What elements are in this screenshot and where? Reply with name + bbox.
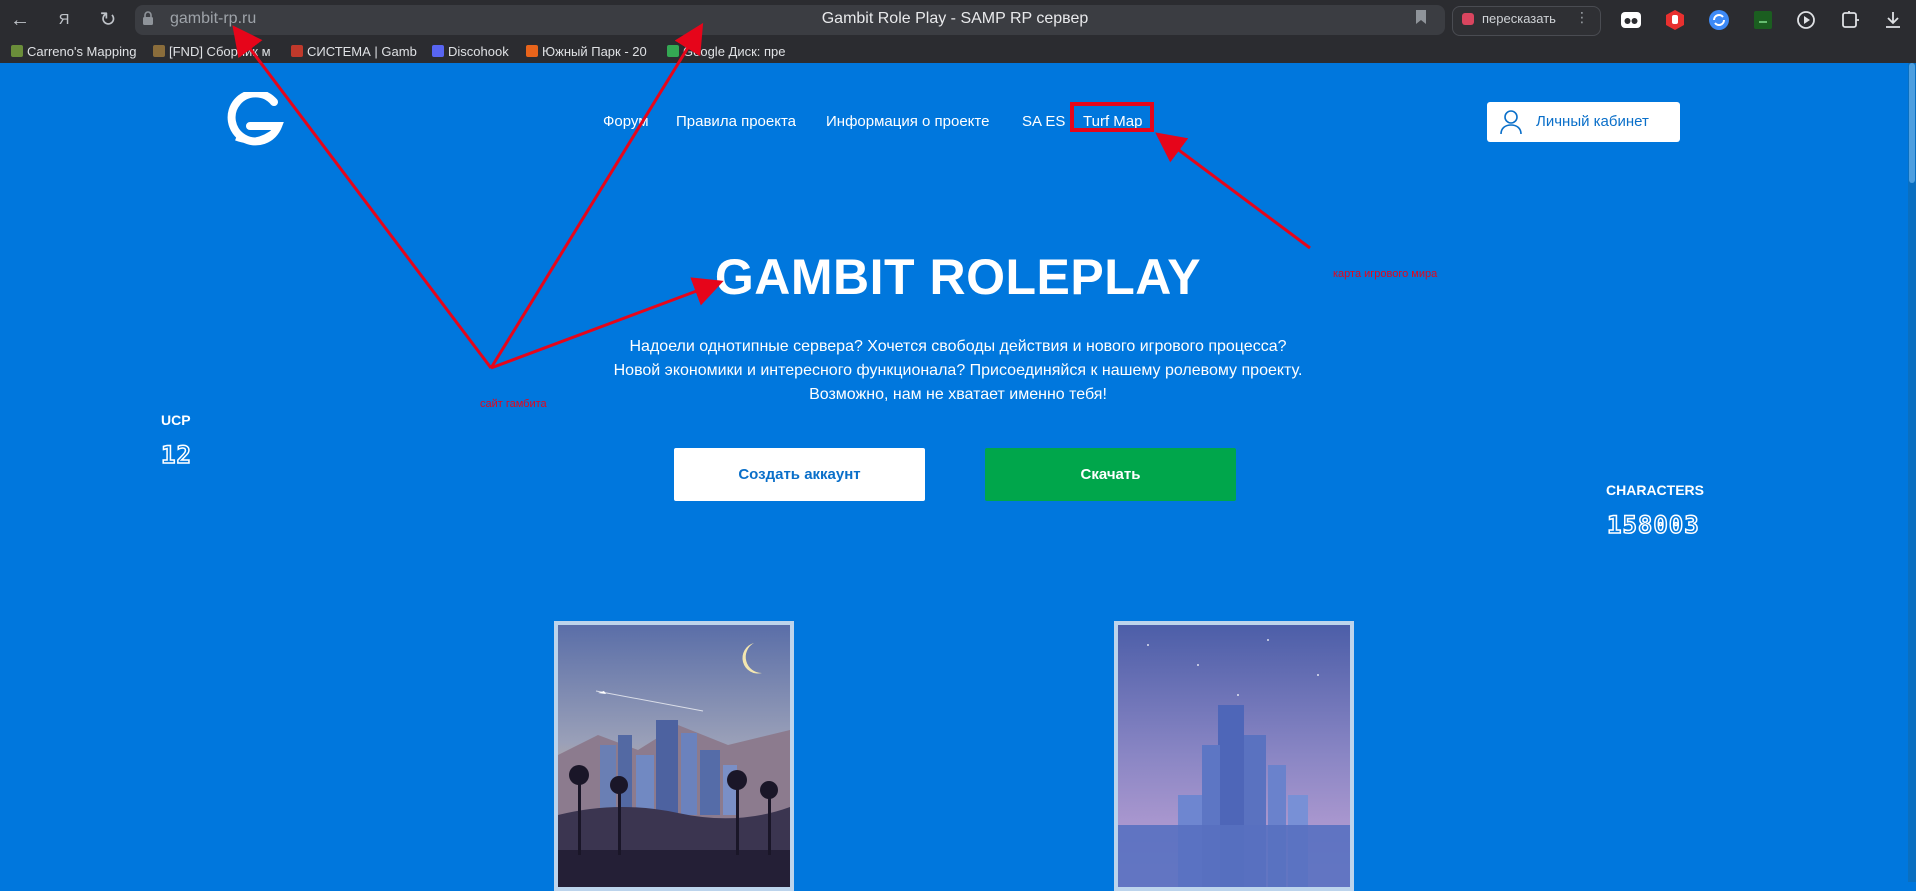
back-icon[interactable]: ← [6,6,34,34]
bookmark-favicon-icon [667,45,679,57]
lock-icon [142,11,156,27]
create-account-button[interactable]: Создать аккаунт [674,448,925,501]
download-icon[interactable] [1882,9,1904,31]
hand-stop-icon[interactable] [1664,9,1686,31]
nav-sa-es[interactable]: SA ES [1022,113,1065,130]
reload-icon[interactable]: ↻ [94,6,122,34]
bookmark-favicon-icon [526,45,538,57]
hero-text-line: Возможно, нам не хватает именно тебя! [809,386,1107,403]
characters-counter: 158003 [1606,511,1700,539]
mask-icon[interactable] [1620,9,1642,31]
hero-text-line: Надоели однотипные сервера? Хочется своб… [629,338,1287,355]
nav-info[interactable]: Информация о проекте [826,113,989,130]
bookmark-favicon-icon [11,45,23,57]
city-dawn-illustration [1114,621,1354,891]
ucp-label: UCP [161,412,191,428]
nav-rules[interactable]: Правила проекта [676,113,796,130]
characters-label: CHARACTERS [1606,482,1704,498]
bookmark-item[interactable]: [FND] Сборник м [153,44,277,60]
annotation-note: сайт гамбита [480,398,547,410]
retell-label: пересказать [1482,11,1556,26]
url-text[interactable]: gambit-rp.ru [170,10,256,28]
puzzle-icon[interactable] [1840,9,1862,31]
hero-text-line: Новой экономики и интересного функционал… [613,362,1303,379]
bookmark-item[interactable]: Южный Парк - 20 [526,44,652,60]
bookmark-item[interactable]: Carreno's Mapping [11,44,139,60]
annotation-highlight-box [1070,102,1154,132]
bookmark-favicon-icon [291,45,303,57]
download-button[interactable]: Скачать [985,448,1236,501]
page-scrollbar[interactable] [1908,63,1916,882]
user-icon [1499,109,1523,135]
more-vertical-icon[interactable]: ⋮ [1575,9,1589,26]
ucp-counter: 12 [160,441,192,469]
sheet-icon[interactable] [1752,9,1774,31]
sync-icon[interactable] [1708,9,1730,31]
hero-title: GAMBIT ROLEPLAY [714,249,1202,305]
page-title-tab: Gambit Role Play - SAMP RP сервер [821,10,1089,27]
bookmarks-bar [0,40,1916,63]
bookmark-favicon-icon [432,45,444,57]
play-icon[interactable] [1796,9,1818,31]
gambit-logo[interactable] [226,89,286,146]
personal-cabinet-label: Личный кабинет [1536,113,1649,130]
nav-forum[interactable]: Форум [603,113,649,130]
bookmark-item[interactable]: Google Диск: пре [667,44,793,60]
bookmark-flag-icon[interactable] [1415,9,1433,29]
scrollbar-thumb[interactable] [1909,63,1915,183]
bookmark-item[interactable]: СИСТЕМА | Gamb [291,44,417,60]
yandex-icon[interactable]: Я [50,6,78,34]
annotation-note: карта игрового мира [1333,268,1438,280]
bookmark-favicon-icon [153,45,165,57]
retell-icon [1462,13,1474,25]
bookmark-item[interactable]: Discohook [432,44,524,60]
city-night-illustration [554,621,794,891]
